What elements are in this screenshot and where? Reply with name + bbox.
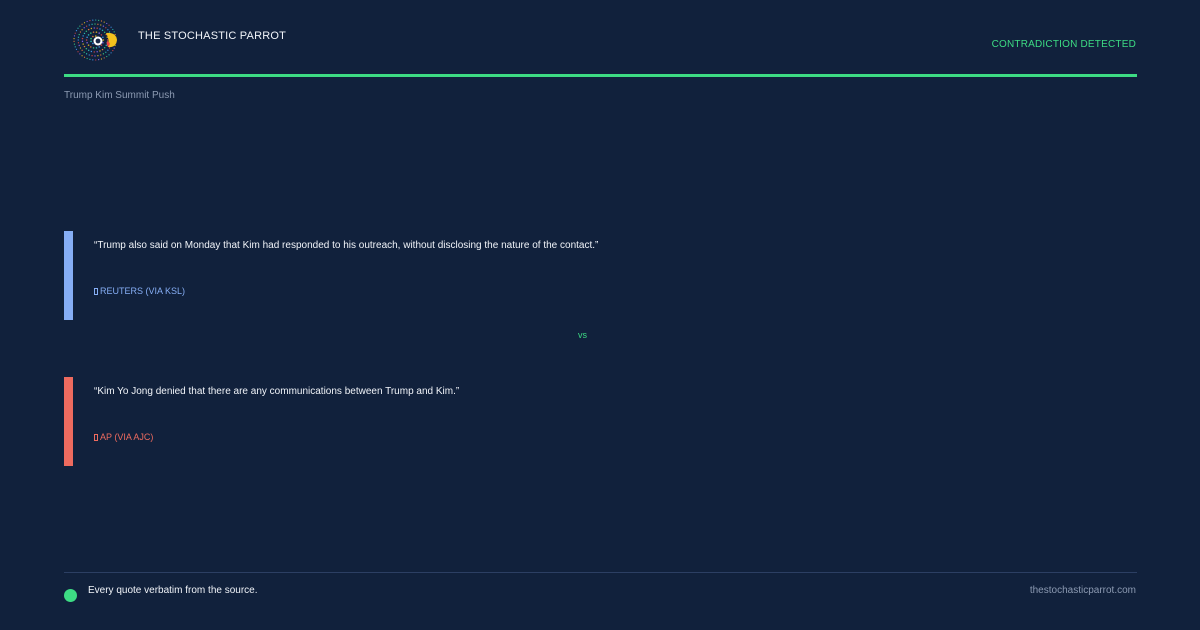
brand-name: THE STOCHASTIC PARROT [138,30,287,42]
quote-card-first: “Trump also said on Monday that Kim had … [64,231,1137,320]
status-dot-icon [64,589,77,602]
parrot-logo-icon [73,19,117,61]
quote-accent-bar [64,231,73,320]
quote-text: “Trump also said on Monday that Kim had … [94,240,599,251]
quote-source: AP (VIA AJC) [94,432,153,442]
topic-title: Trump Kim Summit Push [64,90,175,101]
quote-source-label: REUTERS (VIA KSL) [100,286,186,296]
quote-source: REUTERS (VIA KSL) [94,286,185,296]
source-icon [94,434,98,441]
quote-card-second: “Kim Yo Jong denied that there are any c… [64,377,1137,466]
header-divider [64,74,1137,77]
footer-divider [64,572,1137,573]
source-icon [94,288,98,295]
quote-text: “Kim Yo Jong denied that there are any c… [94,386,460,397]
footer-url: thestochasticparrot.com [1029,585,1136,596]
quote-source-label: AP (VIA AJC) [100,432,154,442]
contradiction-status: CONTRADICTION DETECTED [991,39,1136,50]
footer-note: Every quote verbatim from the source. [88,585,258,596]
quote-accent-bar [64,377,73,466]
versus-label: vs [578,330,587,340]
